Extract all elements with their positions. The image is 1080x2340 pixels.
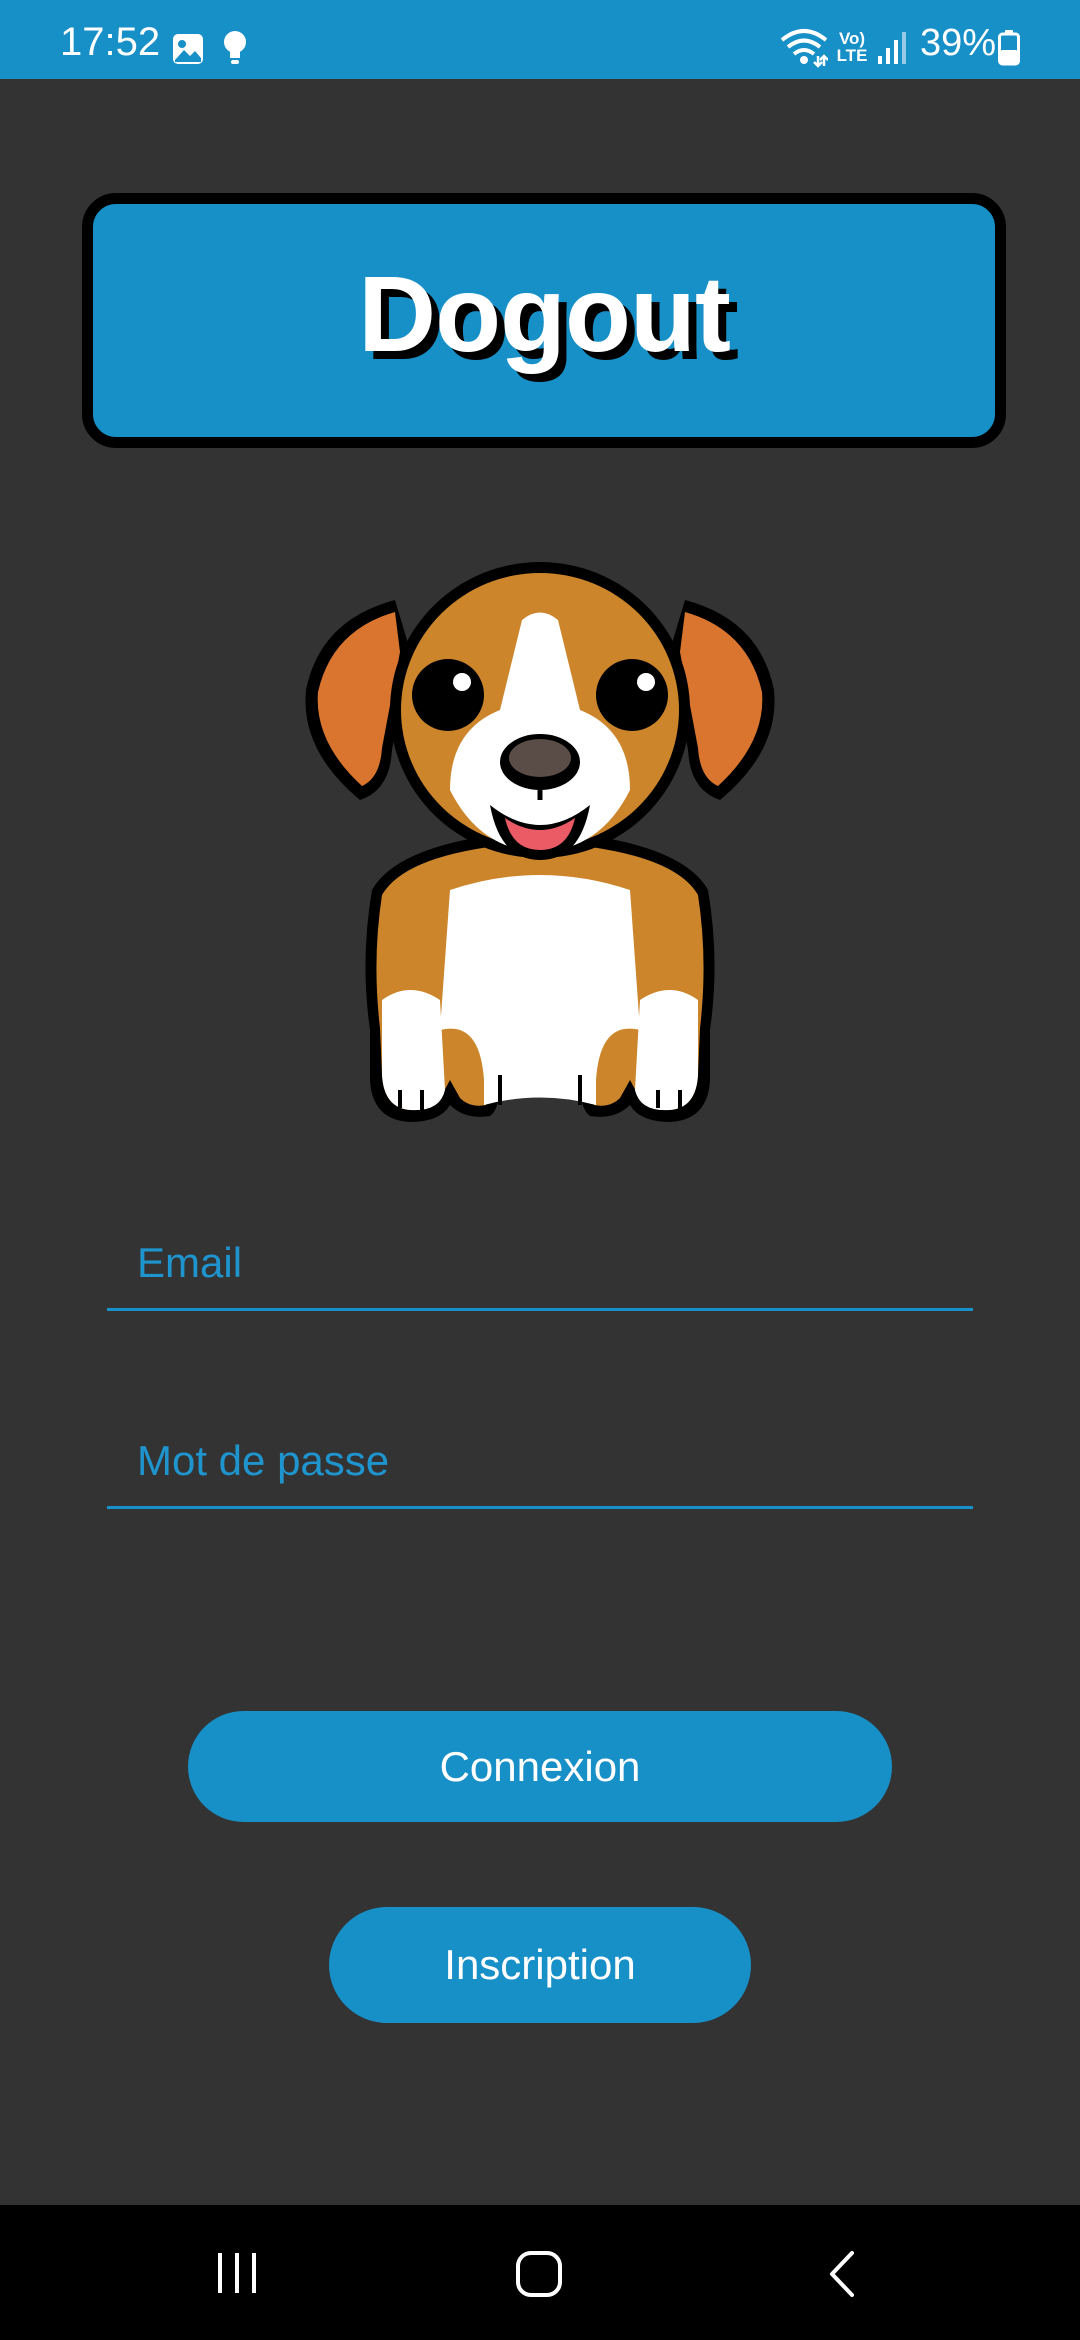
volte-line1: Vo) <box>838 29 866 48</box>
back-icon[interactable] <box>826 2250 858 2298</box>
email-field[interactable] <box>107 1218 973 1311</box>
gallery-icon <box>173 34 203 64</box>
status-time: 17:52 <box>60 20 161 64</box>
battery-icon <box>998 30 1020 66</box>
title-banner: Dogout <box>82 193 1006 448</box>
app-title: Dogout <box>358 253 731 374</box>
login-button[interactable]: Connexion <box>188 1711 892 1822</box>
recents-icon[interactable] <box>214 2250 260 2296</box>
navigation-bar <box>0 2205 1080 2340</box>
volte-line2: LTE <box>836 46 868 65</box>
email-input[interactable] <box>137 1228 957 1298</box>
battery-percent: 39% <box>920 22 997 64</box>
home-icon[interactable] <box>515 2250 563 2298</box>
dog-mascot-image <box>305 562 775 1122</box>
password-field[interactable] <box>107 1416 973 1509</box>
signal-icon <box>878 32 906 64</box>
signup-button[interactable]: Inscription <box>329 1907 751 2023</box>
login-screen: 17:52 Vo) LTE 39% Dogout Email Connexion… <box>0 0 1080 2340</box>
bulb-icon <box>224 31 246 64</box>
status-bar: 17:52 Vo) LTE 39% <box>0 0 1080 79</box>
wifi-icon <box>780 29 828 68</box>
volte-icon: Vo) LTE <box>834 30 870 64</box>
password-input[interactable] <box>137 1426 957 1496</box>
